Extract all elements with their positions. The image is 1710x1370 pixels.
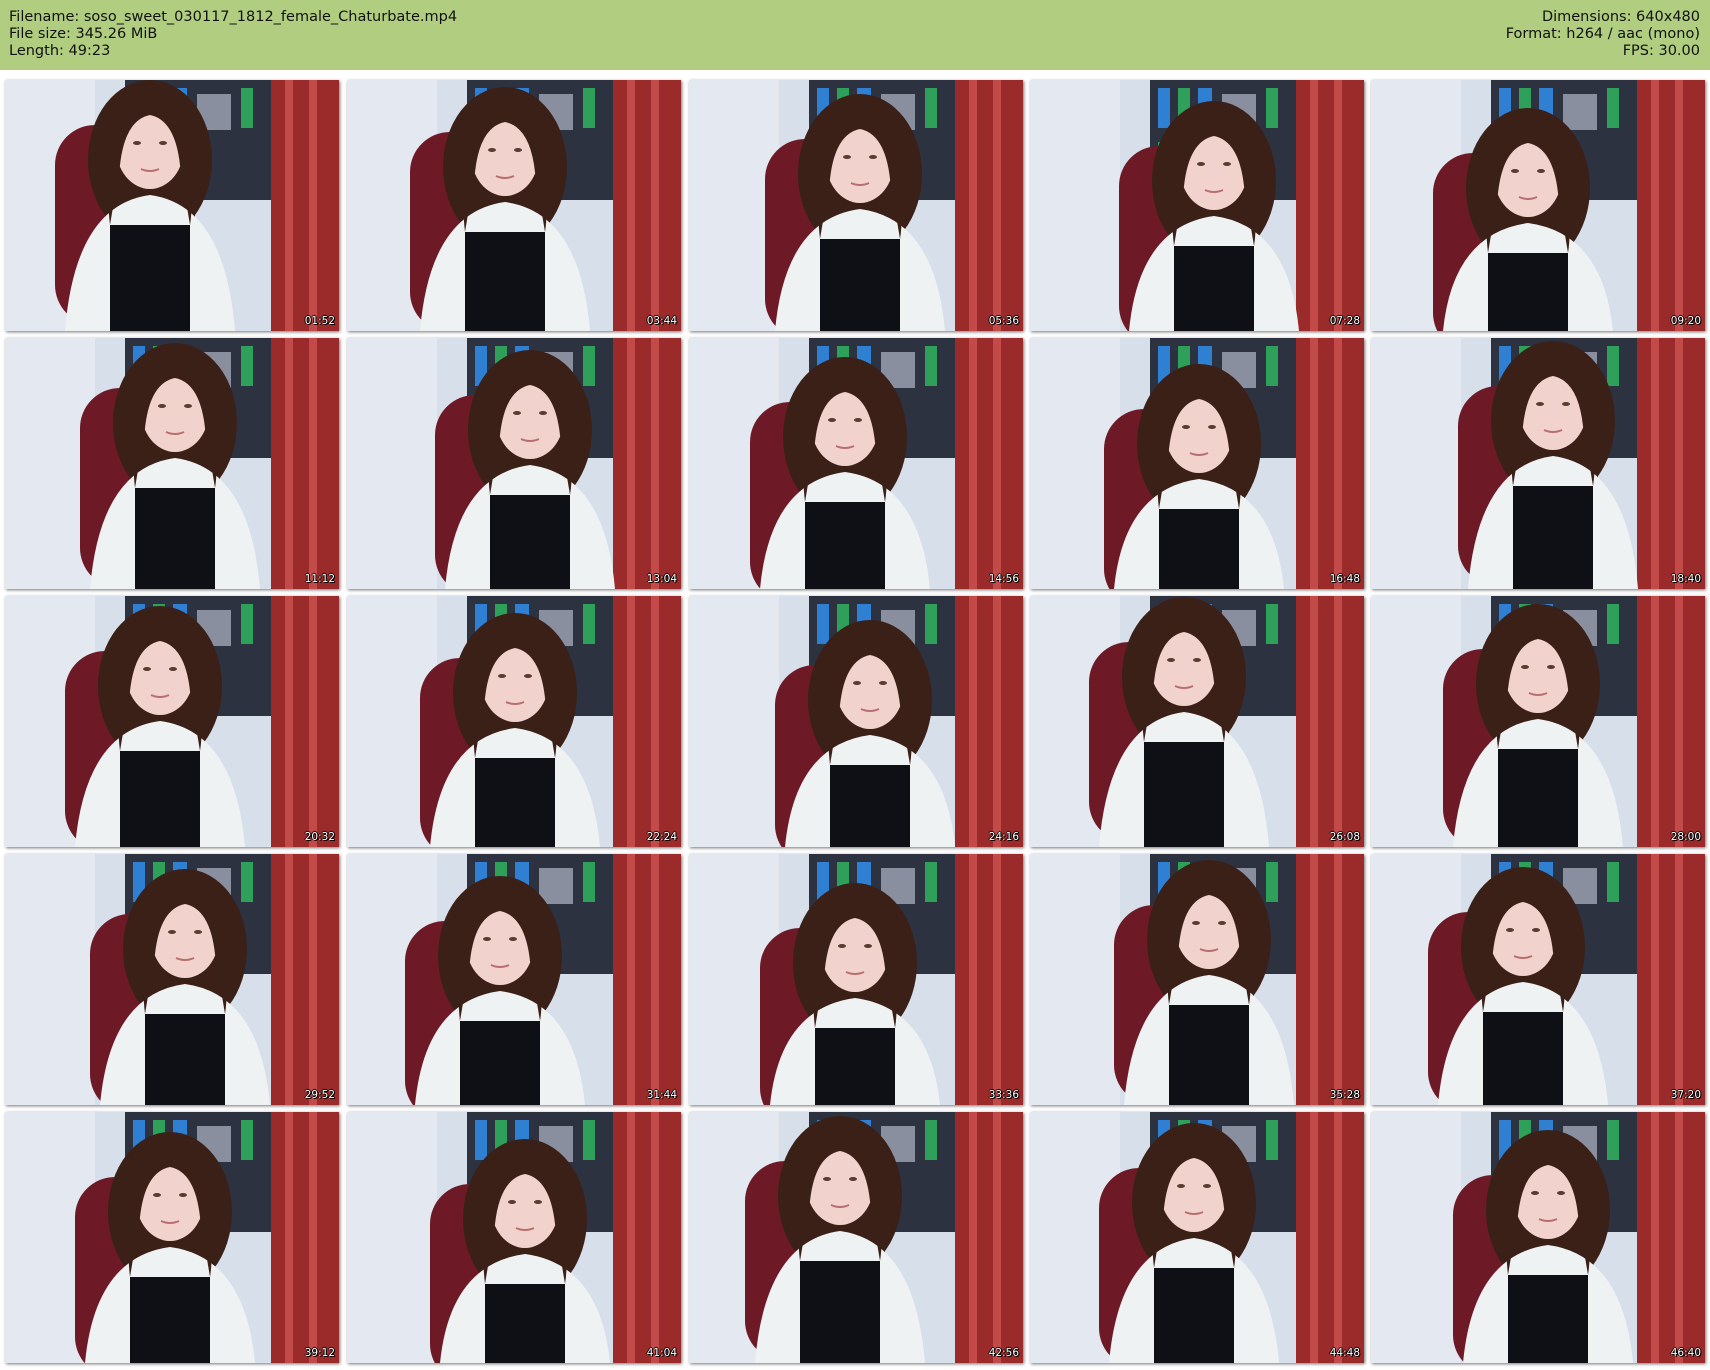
webcam-frame-image [689,596,1023,847]
thumbnail-frame: 16:48 [1030,338,1364,589]
thumbnail-frame: 03:44 [347,80,681,331]
webcam-frame-image [347,338,681,589]
thumbnail-frame: 31:44 [347,854,681,1105]
webcam-frame-image [5,80,339,331]
thumbnail-frame: 26:08 [1030,596,1364,847]
thumbnail-timestamp: 42:56 [988,1347,1019,1359]
webcam-frame-image [1030,338,1364,589]
thumbnail-timestamp: 13:04 [646,573,677,585]
thumbnail-timestamp: 31:44 [646,1089,677,1101]
thumbnail-frame: 01:52 [5,80,339,331]
length-text: Length: 49:23 [9,43,111,59]
thumbnail-timestamp: 37:20 [1670,1089,1701,1101]
webcam-frame-image [1371,1112,1705,1363]
webcam-frame-image [1030,854,1364,1105]
webcam-frame-image [347,1112,681,1363]
thumbnail-frame: 07:28 [1030,80,1364,331]
thumbnail-timestamp: 07:28 [1329,315,1360,327]
webcam-frame-image [689,854,1023,1105]
info-header: Filename: soso_sweet_030117_1812_female_… [0,0,1710,70]
thumbnail-timestamp: 24:16 [988,831,1019,843]
webcam-frame-image [1371,80,1705,331]
thumbnail-frame: 18:40 [1371,338,1705,589]
webcam-frame-image [347,596,681,847]
format-text: Format: h264 / aac (mono) [1505,26,1700,42]
thumbnail-frame: 22:24 [347,596,681,847]
webcam-frame-image [347,854,681,1105]
dimensions-text: Dimensions: 640x480 [1541,9,1700,25]
thumbnail-frame: 37:20 [1371,854,1705,1105]
thumbnail-frame: 14:56 [689,338,1023,589]
thumbnail-timestamp: 41:04 [646,1347,677,1359]
webcam-frame-image [1371,338,1705,589]
stream-info: Dimensions: 640x480 Format: h264 / aac (… [1506,9,1700,60]
thumbnail-frame: 05:36 [689,80,1023,331]
file-info: Filename: soso_sweet_030117_1812_female_… [9,9,457,60]
thumbnail-timestamp: 14:56 [988,573,1019,585]
webcam-frame-image [5,1112,339,1363]
thumbnail-timestamp: 28:00 [1670,831,1701,843]
thumbnail-timestamp: 39:12 [304,1347,335,1359]
thumbnail-timestamp: 29:52 [304,1089,335,1101]
thumbnail-frame: 28:00 [1371,596,1705,847]
webcam-frame-image [5,596,339,847]
webcam-frame-image [1030,596,1364,847]
thumbnail-frame: 29:52 [5,854,339,1105]
thumbnail-timestamp: 44:48 [1329,1347,1360,1359]
webcam-frame-image [1371,854,1705,1105]
thumbnail-frame: 11:12 [5,338,339,589]
thumbnail-frame: 20:32 [5,596,339,847]
thumbnail-timestamp: 05:36 [988,315,1019,327]
thumbnail-timestamp: 11:12 [304,573,335,585]
webcam-frame-image [5,854,339,1105]
thumbnail-timestamp: 16:48 [1329,573,1360,585]
webcam-frame-image [1030,1112,1364,1363]
thumbnail-timestamp: 33:36 [988,1089,1019,1101]
filesize-text: File size: 345.26 MiB [9,26,158,42]
thumbnail-frame: 39:12 [5,1112,339,1363]
thumbnail-timestamp: 18:40 [1670,573,1701,585]
webcam-frame-image [1371,596,1705,847]
webcam-frame-image [5,338,339,589]
thumbnail-frame: 41:04 [347,1112,681,1363]
thumbnail-timestamp: 01:52 [304,315,335,327]
thumbnail-timestamp: 03:44 [646,315,677,327]
thumbnail-timestamp: 26:08 [1329,831,1360,843]
thumbnail-timestamp: 46:40 [1670,1347,1701,1359]
thumbnail-timestamp: 35:28 [1329,1089,1360,1101]
thumbnail-frame: 24:16 [689,596,1023,847]
webcam-frame-image [347,80,681,331]
webcam-frame-image [689,1112,1023,1363]
thumbnail-timestamp: 20:32 [304,831,335,843]
webcam-frame-image [689,338,1023,589]
webcam-frame-image [1030,80,1364,331]
thumbnail-frame: 46:40 [1371,1112,1705,1363]
thumbnail-frame: 09:20 [1371,80,1705,331]
thumbnail-frame: 35:28 [1030,854,1364,1105]
thumbnail-timestamp: 09:20 [1670,315,1701,327]
thumbnail-frame: 42:56 [689,1112,1023,1363]
fps-text: FPS: 30.00 [1622,43,1700,59]
thumbnail-frame: 33:36 [689,854,1023,1105]
filename-text: Filename: soso_sweet_030117_1812_female_… [9,9,458,25]
thumbnail-frame: 13:04 [347,338,681,589]
thumbnail-frame: 44:48 [1030,1112,1364,1363]
thumbnail-timestamp: 22:24 [646,831,677,843]
webcam-frame-image [689,80,1023,331]
